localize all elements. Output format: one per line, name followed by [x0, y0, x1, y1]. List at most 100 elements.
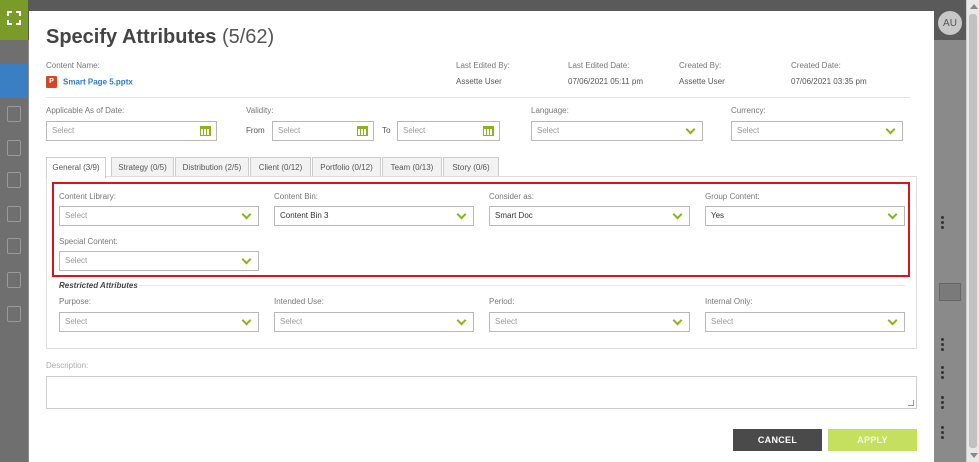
logo-icon [7, 11, 21, 25]
applicable-date-input[interactable]: Select [46, 121, 217, 141]
tab-story[interactable]: Story (0/6) [443, 157, 499, 177]
tab-team[interactable]: Team (0/13) [382, 157, 442, 177]
specify-attributes-dialog: Specify Attributes (5/62) Content Name: … [29, 11, 934, 462]
group-content-value: Yes [711, 211, 725, 220]
avatar[interactable]: AU [938, 11, 962, 35]
consider-as-label: Consider as: [489, 192, 534, 201]
more-options-icon[interactable] [941, 216, 945, 230]
validity-to-input[interactable]: Select [397, 121, 500, 141]
created-date-label: Created Date: [791, 61, 841, 70]
validity-from-input[interactable]: Select [272, 121, 374, 141]
currency-placeholder: Select [737, 126, 760, 135]
tab-distribution[interactable]: Distribution (2/5) [175, 157, 249, 177]
content-bin-select[interactable]: Content Bin 3 [274, 206, 474, 226]
chevron-down-icon [887, 209, 898, 220]
more-options-icon[interactable] [941, 338, 945, 352]
created-date-value: 07/06/2021 03:35 pm [791, 77, 867, 86]
document-icon[interactable] [7, 238, 21, 254]
currency-select[interactable]: Select [731, 121, 903, 141]
last-edited-date-value: 07/06/2021 05:11 pm [568, 77, 644, 86]
chevron-down-icon [241, 254, 252, 265]
language-label: Language: [531, 106, 569, 115]
content-library-select[interactable]: Select [59, 206, 259, 226]
internal-only-label: Internal Only: [705, 297, 753, 306]
created-by-value: Assette User [679, 77, 725, 86]
chevron-down-icon [241, 209, 252, 220]
validity-from-label: From [246, 126, 265, 135]
resize-grip-icon[interactable] [908, 400, 914, 406]
calendar-icon[interactable] [483, 126, 494, 136]
group-content-select[interactable]: Yes [705, 206, 905, 226]
period-value: Select [495, 317, 518, 326]
internal-only-select[interactable]: Select [705, 312, 905, 332]
description-textarea[interactable] [46, 376, 917, 409]
calendar-icon[interactable] [200, 126, 211, 136]
document-settings-icon[interactable] [7, 272, 21, 288]
tab-strategy[interactable]: Strategy (0/5) [111, 157, 174, 177]
intended-use-select[interactable]: Select [274, 312, 474, 332]
purpose-value: Select [65, 317, 88, 326]
more-options-icon[interactable] [941, 366, 945, 380]
language-select[interactable]: Select [531, 121, 703, 141]
chevron-down-icon [456, 209, 467, 220]
cancel-button[interactable]: CANCEL [733, 429, 822, 451]
currency-label: Currency: [731, 106, 766, 115]
purpose-label: Purpose: [59, 297, 92, 306]
group-content-label: Group Content: [705, 192, 760, 201]
scroll-down-icon[interactable] [970, 453, 978, 458]
tab-general[interactable]: General (3/9) [46, 157, 106, 178]
special-content-value: Select [65, 256, 88, 265]
more-options-icon[interactable] [941, 426, 945, 440]
scroll-thumb[interactable] [969, 14, 977, 448]
apply-button[interactable]: APPLY [828, 429, 917, 451]
validity-to-label: To [382, 126, 391, 135]
grid-icon[interactable] [7, 106, 21, 122]
document-icon[interactable] [7, 140, 21, 156]
content-library-value: Select [65, 211, 88, 220]
validity-label: Validity: [246, 106, 274, 115]
dialog-title-count: (5/62) [221, 26, 275, 48]
header-divider [46, 97, 910, 98]
intended-use-value: Select [280, 317, 303, 326]
spreadsheet-icon[interactable] [7, 206, 21, 222]
consider-as-select[interactable]: Smart Doc [489, 206, 690, 226]
background-list [934, 40, 965, 462]
chevron-down-icon [887, 315, 898, 326]
page-scrollbar[interactable] [966, 0, 979, 462]
document-icon[interactable] [7, 172, 21, 188]
app-logo [0, 0, 28, 40]
validity-to-placeholder: Select [403, 126, 426, 135]
scroll-up-icon[interactable] [970, 4, 978, 9]
tab-portfolio[interactable]: Portfolio (0/12) [312, 157, 381, 177]
description-label: Description: [46, 361, 89, 370]
internal-only-value: Select [711, 317, 734, 326]
consider-as-value: Smart Doc [495, 211, 533, 220]
content-bin-value: Content Bin 3 [280, 211, 329, 220]
intended-use-label: Intended Use: [274, 297, 324, 306]
created-by-label: Created By: [679, 61, 722, 70]
tab-client[interactable]: Client (0/12) [250, 157, 311, 177]
chevron-down-icon [672, 315, 683, 326]
period-label: Period: [489, 297, 515, 306]
content-name-label: Content Name: [46, 61, 100, 70]
applicable-date-placeholder: Select [52, 126, 75, 135]
calendar-icon[interactable] [357, 126, 368, 136]
applicable-date-label: Applicable As of Date: [46, 106, 125, 115]
content-name-row: P Smart Page 5.pptx [46, 76, 133, 88]
purpose-select[interactable]: Select [59, 312, 259, 332]
content-bin-label: Content Bin: [274, 192, 319, 201]
dialog-title-text: Specify Attributes [46, 26, 217, 48]
content-name-link[interactable]: Smart Page 5.pptx [63, 77, 133, 86]
sidebar-active-item[interactable] [0, 64, 28, 98]
app-sidebar [0, 40, 28, 462]
dialog-title: Specify Attributes (5/62) [46, 26, 274, 49]
background-dropdown[interactable] [939, 283, 961, 301]
special-content-select[interactable]: Select [59, 251, 259, 271]
chevron-down-icon [685, 124, 696, 135]
last-edited-by-value: Assette User [456, 77, 502, 86]
document-lock-icon[interactable] [7, 306, 21, 322]
more-options-icon[interactable] [941, 396, 945, 410]
validity-from-placeholder: Select [278, 126, 301, 135]
chevron-down-icon [885, 124, 896, 135]
period-select[interactable]: Select [489, 312, 690, 332]
